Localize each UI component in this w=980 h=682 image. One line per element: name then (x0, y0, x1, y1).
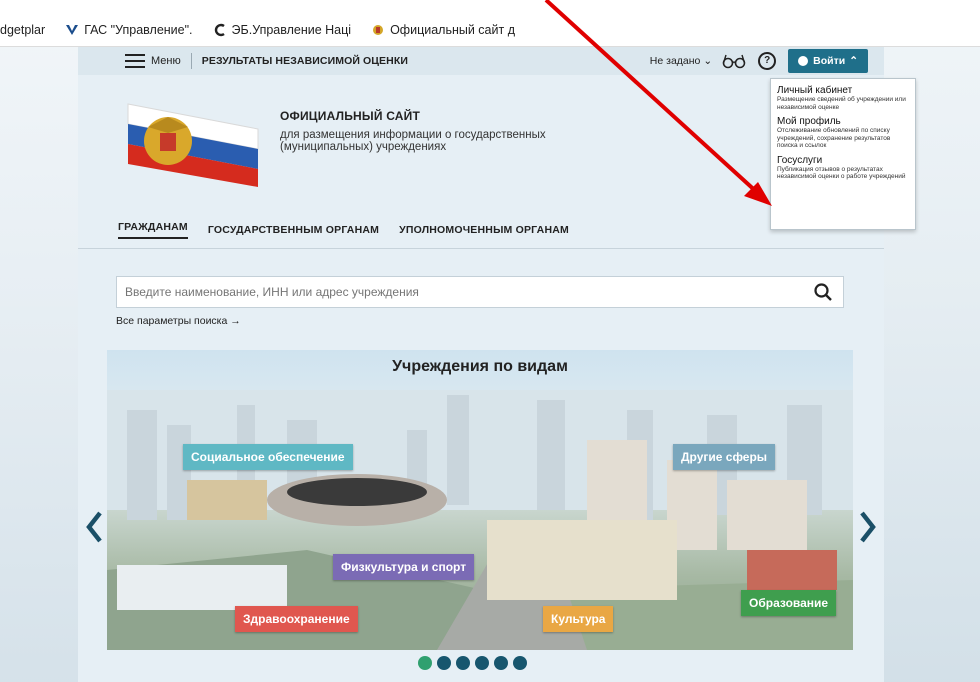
search-input[interactable] (117, 284, 813, 300)
dropdown-item-desc: Публикация отзывов о результатах независ… (777, 165, 906, 181)
dropdown-item-title: Мой профиль (777, 116, 841, 127)
login-button[interactable]: Войти ⌃ (788, 49, 868, 73)
tab-government[interactable]: ГОСУДАРСТВЕННЫМ ОРГАНАМ (208, 224, 379, 236)
emblem-icon (373, 25, 384, 35)
carousel-title: Учреждения по видам (392, 358, 568, 375)
carousel-prev-icon[interactable] (84, 510, 104, 544)
bookmark-item[interactable]: ГАС "Управление". (59, 23, 193, 37)
bookmark-label: Официальный сайт д (390, 23, 515, 37)
c-logo-icon (214, 23, 225, 37)
category-social-security[interactable]: Социальное обеспечение (183, 444, 353, 470)
search-box (116, 276, 844, 308)
navbar-actions: Не задано ⌄ ? Войти ⌃ (650, 47, 868, 75)
site-subtitle: для размещения информации о государствен… (280, 129, 546, 153)
category-education[interactable]: Образование (741, 590, 837, 616)
v-logo-icon (66, 25, 79, 35)
bookmark-label: ЭБ.Управление Наці (231, 23, 352, 37)
tab-authorized[interactable]: УПОЛНОМОЧЕННЫМ ОРГАНАМ (399, 224, 569, 236)
carousel-dot[interactable] (456, 656, 470, 670)
carousel-dot[interactable] (437, 656, 451, 670)
dropdown-item-desc: Размещение сведений об учреждении или не… (777, 96, 906, 111)
accessibility-glasses-icon[interactable] (722, 53, 746, 69)
window-top-strip (0, 0, 980, 14)
help-icon[interactable]: ? (758, 52, 777, 70)
login-dropdown: Личный кабинет Размещение сведений об уч… (770, 78, 916, 230)
user-icon (798, 56, 809, 66)
dropdown-item-title: Госуслуги (777, 154, 823, 166)
category-culture[interactable]: Культура (543, 606, 614, 632)
site-title: ОФИЦИАЛЬНЫЙ САЙТ (280, 109, 421, 123)
carousel-dots (418, 656, 532, 670)
region-value: Не задано (649, 55, 701, 67)
dropdown-item-gosuslugi[interactable]: Госуслуги Публикация отзывов о результат… (777, 155, 909, 181)
dropdown-item-my-profile[interactable]: Мой профиль Отслеживание обновлений по с… (777, 116, 909, 150)
dropdown-item-desc: Отслеживание обновлений по списку учрежд… (777, 127, 891, 149)
category-other[interactable]: Другие сферы (673, 444, 776, 470)
site-header: ОФИЦИАЛЬНЫЙ САЙТ для размещения информац… (78, 75, 884, 203)
bookmark-item[interactable]: dgetplar (0, 23, 45, 37)
category-healthcare[interactable]: Здравоохранение (235, 606, 358, 632)
section-title[interactable]: РЕЗУЛЬТАТЫ НЕЗАВИСИМОЙ ОЦЕНКИ (202, 55, 408, 67)
carousel-dot[interactable] (494, 656, 508, 670)
carousel-dot[interactable] (475, 656, 489, 670)
bookmark-label: ГАС "Управление". (84, 23, 193, 37)
left-backdrop (0, 47, 78, 682)
carousel-dot[interactable] (513, 656, 527, 670)
dropdown-item-personal-cabinet[interactable]: Личный кабинет Размещение сведений об уч… (777, 85, 909, 111)
menu-icon[interactable] (125, 54, 145, 68)
menu-button[interactable]: Меню (151, 55, 181, 67)
audience-tabs: ГРАЖДАНАМ ГОСУДАРСТВЕННЫМ ОРГАНАМ УПОЛНО… (78, 212, 884, 249)
carousel-dot[interactable] (418, 656, 432, 670)
hero-carousel: Учреждения по видам Социальное обеспечен… (107, 350, 853, 650)
chevron-up-icon: ⌃ (849, 55, 858, 67)
all-search-params-link[interactable]: Все параметры поиска → (116, 315, 241, 327)
bookmark-label: dgetplar (0, 23, 46, 37)
login-label: Войти (813, 55, 846, 67)
bookmark-item[interactable]: Официальный сайт д (365, 23, 515, 37)
region-select[interactable]: Не задано ⌄ (650, 55, 712, 67)
carousel-next-icon[interactable] (858, 510, 878, 544)
search-icon[interactable] (813, 282, 833, 302)
category-sport[interactable]: Физкультура и спорт (333, 554, 475, 580)
divider (190, 53, 192, 69)
coat-of-arms-flag-logo[interactable] (118, 99, 268, 189)
bookmarks-bar: dgetplar ГАС "Управление". ЭБ.Управление… (0, 14, 980, 47)
bookmark-item[interactable]: ЭБ.Управление Наці (207, 23, 352, 37)
tab-citizens[interactable]: ГРАЖДАНАМ (118, 221, 188, 239)
dropdown-item-title: Личный кабинет (777, 85, 853, 96)
top-navbar: Меню РЕЗУЛЬТАТЫ НЕЗАВИСИМОЙ ОЦЕНКИ Не за… (78, 47, 884, 75)
